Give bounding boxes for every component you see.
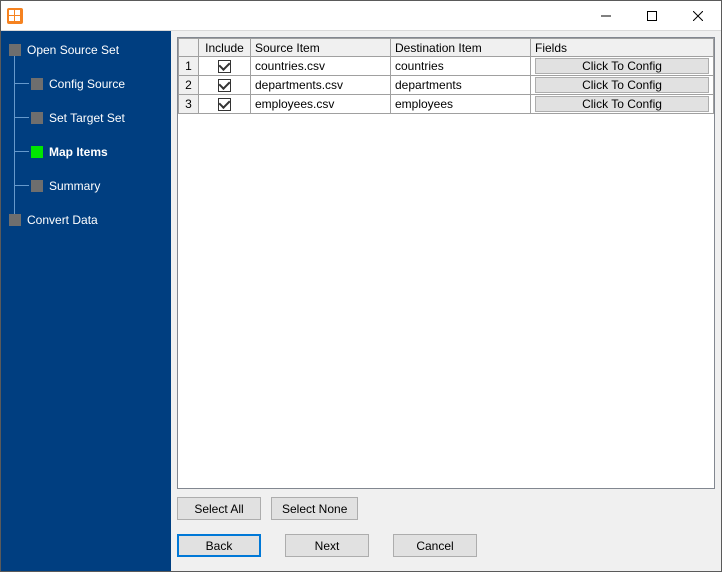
checkbox-checked-icon — [218, 98, 231, 111]
sidebar-item-summary[interactable]: Summary — [31, 175, 171, 197]
dest-cell[interactable]: employees — [391, 95, 531, 114]
col-header-fields[interactable]: Fields — [531, 39, 714, 57]
col-header-include[interactable]: Include — [199, 39, 251, 57]
sidebar-item-convert-data[interactable]: Convert Data — [9, 209, 171, 231]
nav-row: Back Next Cancel — [171, 524, 721, 571]
dest-cell[interactable]: countries — [391, 57, 531, 76]
step-marker-icon — [31, 146, 43, 158]
sidebar-item-set-target-set[interactable]: Set Target Set — [31, 107, 171, 129]
app-window: Open Source Set Config Source Set Target… — [0, 0, 722, 572]
sidebar-item-config-source[interactable]: Config Source — [31, 73, 171, 95]
main-panel: Include Source Item Destination Item Fie… — [171, 31, 721, 571]
sidebar-item-label: Set Target Set — [49, 111, 125, 125]
app-icon — [7, 8, 23, 24]
config-fields-button[interactable]: Click To Config — [535, 77, 709, 93]
step-marker-icon — [9, 44, 21, 56]
sidebar-item-label: Open Source Set — [27, 43, 119, 57]
maximize-button[interactable] — [629, 1, 675, 30]
row-number: 2 — [179, 76, 199, 95]
items-grid: Include Source Item Destination Item Fie… — [178, 38, 714, 114]
sidebar-item-label: Convert Data — [27, 213, 98, 227]
table-row[interactable]: 1 countries.csv countries Click To Confi… — [179, 57, 714, 76]
checkbox-checked-icon — [218, 79, 231, 92]
sidebar-item-label: Summary — [49, 179, 100, 193]
source-cell[interactable]: employees.csv — [251, 95, 391, 114]
dest-cell[interactable]: departments — [391, 76, 531, 95]
step-marker-icon — [31, 78, 43, 90]
minimize-icon — [601, 11, 611, 21]
source-cell[interactable]: countries.csv — [251, 57, 391, 76]
titlebar — [1, 1, 721, 31]
col-header-source[interactable]: Source Item — [251, 39, 391, 57]
include-cell[interactable] — [199, 76, 251, 95]
sidebar-item-map-items[interactable]: Map Items — [31, 141, 171, 163]
row-number: 1 — [179, 57, 199, 76]
close-icon — [693, 11, 703, 21]
table-row[interactable]: 2 departments.csv departments Click To C… — [179, 76, 714, 95]
source-cell[interactable]: departments.csv — [251, 76, 391, 95]
step-marker-icon — [9, 214, 21, 226]
row-number: 3 — [179, 95, 199, 114]
select-none-button[interactable]: Select None — [271, 497, 358, 520]
wizard-sidebar: Open Source Set Config Source Set Target… — [1, 31, 171, 571]
include-cell[interactable] — [199, 57, 251, 76]
maximize-icon — [647, 11, 657, 21]
grid-corner — [179, 39, 199, 57]
items-grid-wrap: Include Source Item Destination Item Fie… — [177, 37, 715, 489]
select-row: Select All Select None — [171, 493, 721, 524]
back-button[interactable]: Back — [177, 534, 261, 557]
step-marker-icon — [31, 180, 43, 192]
config-fields-button[interactable]: Click To Config — [535, 58, 709, 74]
next-button[interactable]: Next — [285, 534, 369, 557]
config-fields-button[interactable]: Click To Config — [535, 96, 709, 112]
sidebar-item-label: Map Items — [49, 145, 108, 159]
step-marker-icon — [31, 112, 43, 124]
select-all-button[interactable]: Select All — [177, 497, 261, 520]
include-cell[interactable] — [199, 95, 251, 114]
col-header-dest[interactable]: Destination Item — [391, 39, 531, 57]
checkbox-checked-icon — [218, 60, 231, 73]
table-row[interactable]: 3 employees.csv employees Click To Confi… — [179, 95, 714, 114]
close-button[interactable] — [675, 1, 721, 30]
sidebar-item-label: Config Source — [49, 77, 125, 91]
sidebar-item-open-source-set[interactable]: Open Source Set — [9, 39, 171, 61]
minimize-button[interactable] — [583, 1, 629, 30]
cancel-button[interactable]: Cancel — [393, 534, 477, 557]
